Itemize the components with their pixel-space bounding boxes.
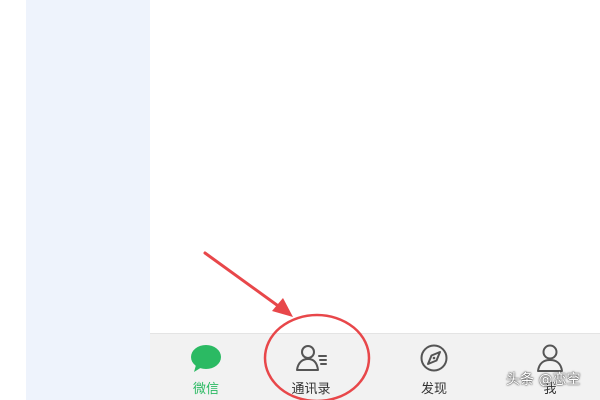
tab-me[interactable]: 我 — [494, 334, 600, 400]
watermark-text: 头条 @恋空 — [506, 372, 581, 388]
screenshot-stage: 微信 通讯录 发现 我 头条 @恋空 — [0, 0, 600, 400]
tab-discover[interactable]: 发现 — [378, 334, 490, 400]
compass-icon — [420, 344, 448, 372]
tab-label-discover: 发现 — [420, 382, 447, 397]
left-margin — [0, 0, 26, 400]
tab-label-contacts: 通讯录 — [291, 382, 331, 397]
tab-label-chats: 微信 — [192, 382, 219, 397]
bottom-tab-bar: 微信 通讯录 发现 我 — [150, 333, 600, 400]
left-side-panel — [26, 0, 150, 400]
contacts-icon — [296, 345, 327, 371]
tab-contacts[interactable]: 通讯录 — [255, 334, 367, 400]
tab-chats[interactable]: 微信 — [150, 334, 262, 400]
chat-bubble-icon — [191, 345, 221, 372]
main-content-area — [150, 0, 600, 333]
